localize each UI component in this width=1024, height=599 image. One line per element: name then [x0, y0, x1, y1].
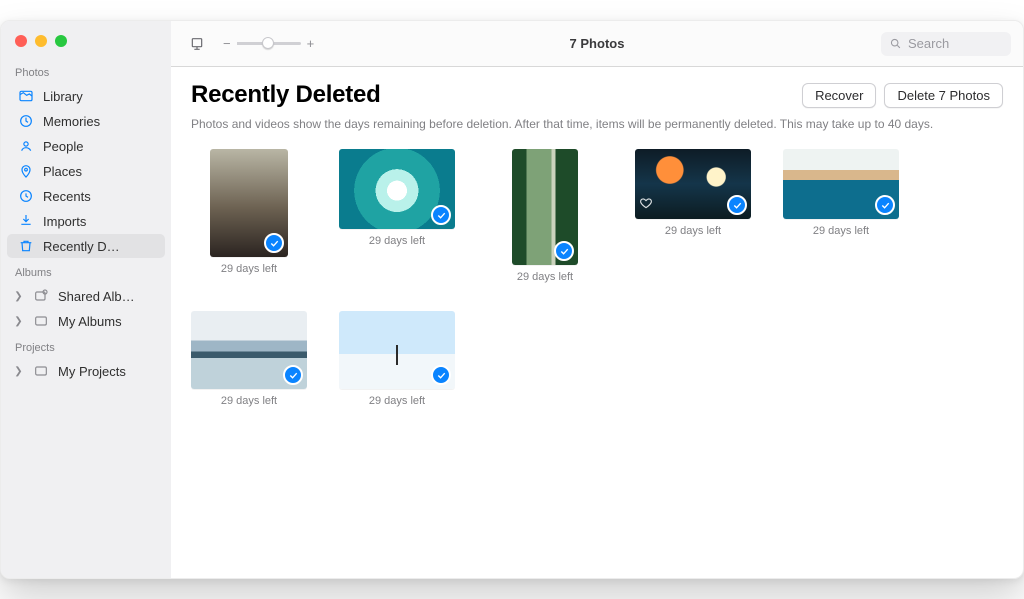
- selected-check-icon: [431, 365, 451, 385]
- sidebar-item-my-projects[interactable]: ❯ My Projects: [7, 359, 165, 383]
- selected-check-icon: [727, 195, 747, 215]
- photo-tile[interactable]: 29 days left: [191, 149, 307, 283]
- selected-check-icon: [264, 233, 284, 253]
- sidebar-section-header: Photos: [1, 59, 171, 83]
- sidebar-item-recents[interactable]: Recents: [7, 184, 165, 208]
- photo-caption: 29 days left: [813, 225, 869, 237]
- sidebar-item-label: Places: [43, 164, 155, 179]
- people-icon: [17, 138, 35, 154]
- photo-thumbnail[interactable]: [783, 149, 899, 219]
- photo-caption: 29 days left: [369, 395, 425, 407]
- album-icon: [32, 363, 50, 379]
- sidebar: Photos Library Memories People Places Re…: [1, 21, 171, 578]
- sidebar-item-label: Imports: [43, 214, 155, 229]
- filter-button[interactable]: [183, 33, 211, 55]
- album-icon: [32, 313, 50, 329]
- search-icon: [889, 37, 902, 50]
- sidebar-item-people[interactable]: People: [7, 134, 165, 158]
- selected-check-icon: [431, 205, 451, 225]
- chevron-right-icon[interactable]: ❯: [13, 291, 24, 302]
- window-controls: [1, 31, 171, 59]
- zoom-out-icon[interactable]: −: [223, 36, 231, 51]
- zoom-track[interactable]: [237, 42, 301, 45]
- photo-thumbnail[interactable]: [191, 311, 307, 389]
- sidebar-item-memories[interactable]: Memories: [7, 109, 165, 133]
- photo-thumbnail[interactable]: [210, 149, 288, 257]
- photo-tile[interactable]: 29 days left: [487, 149, 603, 283]
- sidebar-item-label: Memories: [43, 114, 155, 129]
- search-input[interactable]: Search: [881, 32, 1011, 56]
- toolbar: − + 7 Photos Search: [171, 21, 1023, 67]
- photo-thumbnail[interactable]: [339, 149, 455, 229]
- selected-check-icon: [283, 365, 303, 385]
- photo-caption: 29 days left: [369, 235, 425, 247]
- info-note: Photos and videos show the days remainin…: [191, 117, 1003, 131]
- imports-icon: [17, 213, 35, 229]
- delete-button[interactable]: Delete 7 Photos: [884, 83, 1003, 108]
- photo-thumbnail[interactable]: [339, 311, 455, 389]
- sidebar-item-label: Recently D…: [43, 239, 155, 254]
- photo-caption: 29 days left: [665, 225, 721, 237]
- fullscreen-window-button[interactable]: [55, 35, 67, 47]
- app-window: Photos Library Memories People Places Re…: [0, 20, 1024, 579]
- sidebar-item-shared-albums[interactable]: ❯ Shared Alb…: [7, 284, 165, 308]
- sidebar-item-label: My Projects: [58, 364, 155, 379]
- trash-icon: [17, 238, 35, 254]
- zoom-in-icon[interactable]: +: [307, 36, 315, 51]
- zoom-slider[interactable]: − +: [223, 36, 314, 51]
- chevron-right-icon[interactable]: ❯: [13, 366, 24, 377]
- zoom-handle[interactable]: [262, 37, 274, 49]
- sidebar-item-label: Recents: [43, 189, 155, 204]
- sidebar-item-places[interactable]: Places: [7, 159, 165, 183]
- sidebar-item-label: Library: [43, 89, 155, 104]
- selected-check-icon: [875, 195, 895, 215]
- photo-grid: 29 days left 29 days left 29 days left: [191, 149, 1003, 407]
- sidebar-section-header: Projects: [1, 334, 171, 358]
- photo-tile[interactable]: 29 days left: [339, 311, 455, 407]
- photo-caption: 29 days left: [221, 263, 277, 275]
- shared-album-icon: [32, 288, 50, 304]
- chevron-right-icon[interactable]: ❯: [13, 316, 24, 327]
- photo-tile[interactable]: 29 days left: [339, 149, 455, 283]
- library-icon: [17, 88, 35, 104]
- photo-thumbnail[interactable]: [512, 149, 578, 265]
- sidebar-item-imports[interactable]: Imports: [7, 209, 165, 233]
- recents-icon: [17, 188, 35, 204]
- photo-thumbnail[interactable]: [635, 149, 751, 219]
- favorite-heart-icon: [639, 196, 653, 215]
- photo-tile[interactable]: 29 days left: [783, 149, 899, 283]
- right-column: − + 7 Photos Search Recently Deleted Rec…: [171, 21, 1023, 578]
- content-header: Recently Deleted Recover Delete 7 Photos: [191, 81, 1003, 109]
- selected-check-icon: [554, 241, 574, 261]
- sidebar-item-label: Shared Alb…: [58, 289, 155, 304]
- close-window-button[interactable]: [15, 35, 27, 47]
- sidebar-item-label: People: [43, 139, 155, 154]
- photo-tile[interactable]: 29 days left: [635, 149, 751, 283]
- places-icon: [17, 163, 35, 179]
- photo-caption: 29 days left: [517, 271, 573, 283]
- memories-icon: [17, 113, 35, 129]
- recover-button[interactable]: Recover: [802, 83, 876, 108]
- sidebar-item-label: My Albums: [58, 314, 155, 329]
- sidebar-section-header: Albums: [1, 259, 171, 283]
- content-area: Recently Deleted Recover Delete 7 Photos…: [171, 67, 1023, 578]
- photo-tile[interactable]: 29 days left: [191, 311, 307, 407]
- sidebar-item-library[interactable]: Library: [7, 84, 165, 108]
- search-placeholder: Search: [908, 36, 949, 51]
- sidebar-item-my-albums[interactable]: ❯ My Albums: [7, 309, 165, 333]
- sidebar-item-recently-deleted[interactable]: Recently D…: [7, 234, 165, 258]
- photo-caption: 29 days left: [221, 395, 277, 407]
- minimize-window-button[interactable]: [35, 35, 47, 47]
- page-title: Recently Deleted: [191, 81, 794, 109]
